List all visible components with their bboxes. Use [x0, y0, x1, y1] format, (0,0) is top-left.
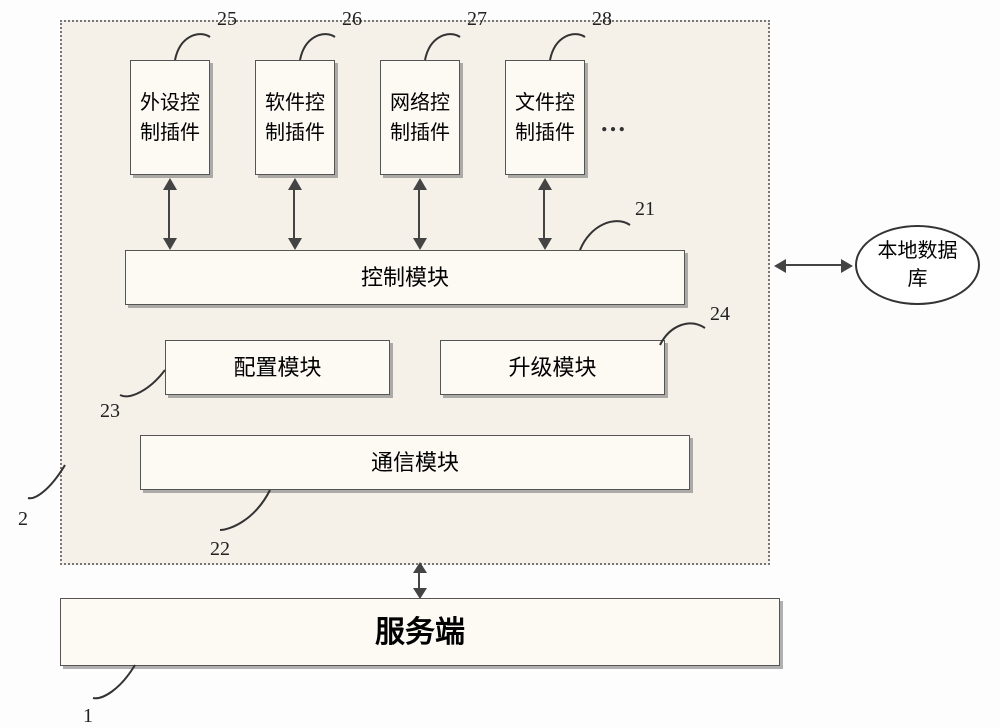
- software-control-plugin: 软件控 制插件: [255, 60, 335, 175]
- local-database: 本地数据 库: [855, 225, 980, 305]
- peripheral-control-plugin: 外设控 制插件: [130, 60, 210, 175]
- arrow-left-icon: [774, 259, 786, 273]
- arrow-up-icon: [163, 178, 177, 190]
- callout-28: 28: [592, 8, 612, 31]
- upgrade-module: 升级模块: [440, 340, 665, 395]
- leader-1: [90, 665, 150, 715]
- callout-25: 25: [217, 8, 237, 31]
- arrow-container-db: [786, 264, 841, 266]
- callout-2: 2: [18, 508, 28, 531]
- config-module: 配置模块: [165, 340, 390, 395]
- arrow-down-icon: [538, 238, 552, 250]
- callout-23: 23: [100, 400, 120, 423]
- arrow-plugin2-control: [293, 190, 295, 238]
- arrow-right-icon: [841, 259, 853, 273]
- callout-21: 21: [635, 198, 655, 221]
- network-control-plugin: 网络控 制插件: [380, 60, 460, 175]
- arrow-down-icon: [163, 238, 177, 250]
- callout-22: 22: [210, 538, 230, 561]
- arrow-up-icon: [538, 178, 552, 190]
- control-module: 控制模块: [125, 250, 685, 305]
- arrow-plugin3-control: [418, 190, 420, 238]
- arrow-up-icon: [288, 178, 302, 190]
- arrow-down-icon: [413, 238, 427, 250]
- arrow-up-icon: [413, 562, 427, 573]
- callout-26: 26: [342, 8, 362, 31]
- arrow-down-icon: [288, 238, 302, 250]
- callout-24: 24: [710, 303, 730, 326]
- plugins-ellipsis-icon: …: [600, 108, 632, 138]
- arrow-plugin4-control: [543, 190, 545, 238]
- leader-23: [115, 370, 175, 415]
- arrow-down-icon: [413, 588, 427, 599]
- communication-module: 通信模块: [140, 435, 690, 490]
- file-control-plugin: 文件控 制插件: [505, 60, 585, 175]
- server-box: 服务端: [60, 598, 780, 666]
- arrow-plugin1-control: [168, 190, 170, 238]
- arrow-up-icon: [413, 178, 427, 190]
- callout-27: 27: [467, 8, 487, 31]
- leader-2: [25, 465, 75, 515]
